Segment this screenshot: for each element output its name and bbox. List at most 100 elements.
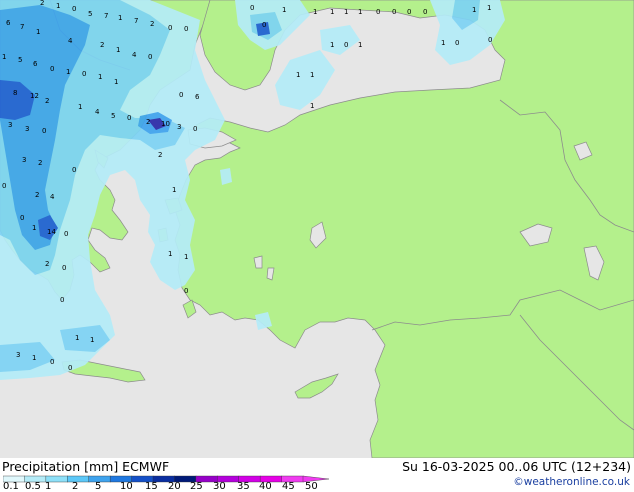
precip-value-label: 1 <box>330 41 334 49</box>
precip-value-label: 0 <box>148 53 152 61</box>
precip-value-label: 6 <box>6 19 11 27</box>
colorbar-tick-label: 40 <box>259 482 272 492</box>
colorbar-tick-label: 0.1 <box>3 482 19 492</box>
precip-value-label: 1 <box>32 354 36 362</box>
precip-value-label: 1 <box>75 334 79 342</box>
precip-value-label: 1 <box>56 2 60 10</box>
precip-value-label: 2 <box>100 41 104 49</box>
precip-value-label: 0 <box>50 65 54 73</box>
precip-value-label: 1 <box>358 8 362 16</box>
precip-value-label: 6 <box>195 93 200 101</box>
precip-value-label: 0 <box>20 214 24 222</box>
precip-value-label: 1 <box>118 14 122 22</box>
colorbar-tick-label: 0.5 <box>25 482 41 492</box>
precip-value-label: 0 <box>488 36 492 44</box>
precip-value-label: 1 <box>487 4 491 12</box>
precip-value-label: 0 <box>344 41 348 49</box>
precip-value-label: 0 <box>127 114 131 122</box>
precip-value-label: 0 <box>60 296 64 304</box>
precip-value-label: 3 <box>8 121 12 129</box>
colorbar-tick-label: 1 <box>45 482 51 492</box>
precip-value-label: 4 <box>50 193 55 201</box>
colorbar-tick-label: 30 <box>213 482 226 492</box>
colorbar-tick-label: 10 <box>120 482 133 492</box>
precip-value-label: 0 <box>72 5 76 13</box>
colorbar-tick-label: 2 <box>72 482 78 492</box>
precip-value-label: 1 <box>116 46 120 54</box>
precip-value-label: 2 <box>38 159 42 167</box>
precip-value-label: 10 <box>161 120 170 128</box>
precip-value-label: 1 <box>32 224 36 232</box>
precip-value-label: 1 <box>472 6 476 14</box>
colorbar-tick-label: 25 <box>190 482 203 492</box>
precip-value-label: 0 <box>62 264 66 272</box>
precip-value-label: 1 <box>310 71 314 79</box>
colorbar-tick-label: 45 <box>282 482 295 492</box>
legend-footer: Precipitation [mm] ECMWF Su 16-03-2025 0… <box>0 458 634 490</box>
precip-value-label: 7 <box>104 12 108 20</box>
precip-value-label: 2 <box>40 0 44 7</box>
precip-value-label: 0 <box>262 21 266 29</box>
precip-value-label: 7 <box>20 23 24 31</box>
precip-value-label: 2 <box>45 97 49 105</box>
precip-value-label: 5 <box>18 56 22 64</box>
precip-value-label: 4 <box>132 51 137 59</box>
precip-value-label: 0 <box>250 4 254 12</box>
precip-value-label: 3 <box>177 123 181 131</box>
precip-value-label: 4 <box>95 108 100 116</box>
precip-value-label: 1 <box>441 39 445 47</box>
precip-value-label: 1 <box>282 6 286 14</box>
precip-value-label: 0 <box>168 24 172 32</box>
precip-value-label: 0 <box>392 8 396 16</box>
precip-value-label: 1 <box>168 250 172 258</box>
precip-value-label: 8 <box>13 89 17 97</box>
precip-value-label: 0 <box>42 127 46 135</box>
colorbar-tick-label: 15 <box>145 482 158 492</box>
precip-value-label: 5 <box>111 112 115 120</box>
precip-value-label: 1 <box>98 73 102 81</box>
precip-value-label: 3 <box>22 156 26 164</box>
precip-value-label: 1 <box>2 53 6 61</box>
precip-value-label: 1 <box>310 102 314 110</box>
precip-value-label: 1 <box>66 68 70 76</box>
precip-value-label: 1 <box>296 71 300 79</box>
precip-value-label: 4 <box>68 37 73 45</box>
precip-value-label: 1 <box>313 8 317 16</box>
precip-value-label: 7 <box>134 17 138 25</box>
precip-value-label: 5 <box>88 10 92 18</box>
precip-value-label: 1 <box>358 41 362 49</box>
precip-value-label: 1 <box>344 8 348 16</box>
precip-value-label: 0 <box>193 125 197 133</box>
precip-spot-east <box>220 168 232 185</box>
precip-value-label: 0 <box>179 91 183 99</box>
precip-value-label: 0 <box>455 39 459 47</box>
precip-value-label: 0 <box>68 364 72 372</box>
precip-value-label: 2 <box>45 260 49 268</box>
colorbar-tick-label: 35 <box>237 482 250 492</box>
precipitation-map: 0111110000111011001110210571720067142140… <box>0 0 634 458</box>
precip-value-label: 0 <box>184 25 188 33</box>
precip-value-label: 3 <box>16 351 20 359</box>
precip-value-label: 0 <box>64 230 68 238</box>
precip-value-label: 1 <box>114 78 118 86</box>
precip-value-label: 1 <box>90 336 94 344</box>
precip-value-label: 0 <box>82 70 86 78</box>
precip-value-label: 12 <box>30 92 39 100</box>
colorbar-tick-label: 5 <box>95 482 101 492</box>
precip-value-label: 0 <box>72 166 76 174</box>
precip-value-label: 0 <box>376 8 380 16</box>
precip-value-label: 0 <box>423 8 427 16</box>
precip-value-label: 1 <box>78 103 82 111</box>
precip-value-label: 3 <box>25 125 29 133</box>
precip-value-label: 1 <box>36 28 40 36</box>
legend-title: Precipitation [mm] ECMWF <box>2 459 169 474</box>
credit-text: ©weatheronline.co.uk <box>513 476 630 488</box>
precip-value-label: 2 <box>158 151 162 159</box>
colorbar-tick-label: 50 <box>305 482 318 492</box>
colorbar-tick-label: 20 <box>168 482 181 492</box>
precip-value-label: 0 <box>2 182 6 190</box>
forecast-datetime: Su 16-03-2025 00..06 UTC (12+234) <box>402 459 631 474</box>
precip-value-label: 1 <box>330 8 334 16</box>
precip-value-label: 0 <box>184 287 188 295</box>
colorbar-ticks: 0.10.5125101520253035404550 <box>0 482 340 492</box>
